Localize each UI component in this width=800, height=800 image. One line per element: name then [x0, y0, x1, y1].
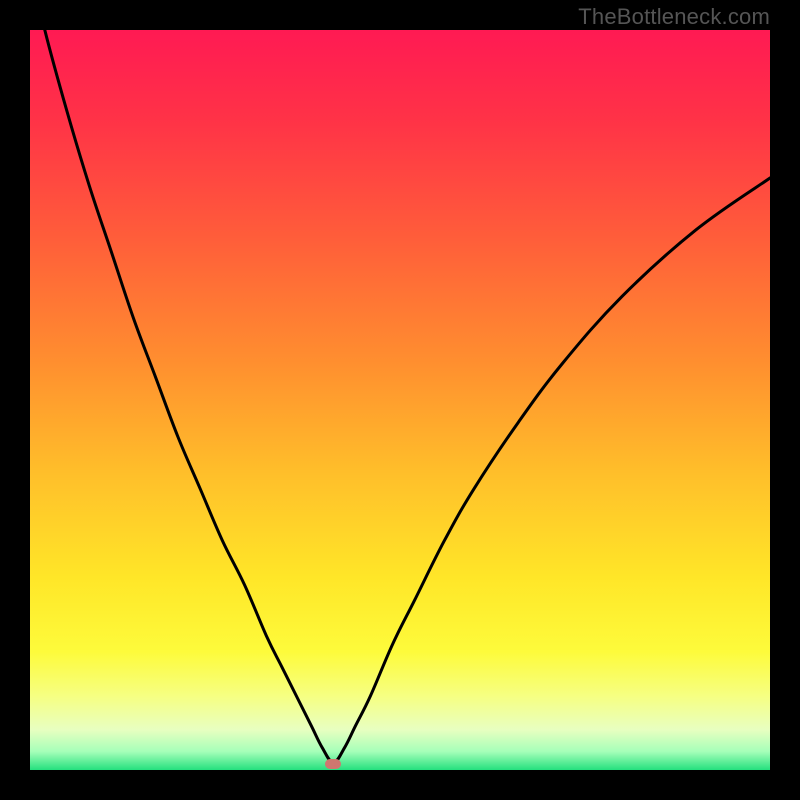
watermark-text: TheBottleneck.com	[578, 4, 770, 30]
plot-area	[30, 30, 770, 770]
chart-frame: TheBottleneck.com	[0, 0, 800, 800]
bottleneck-curve	[30, 30, 770, 770]
optimum-marker	[325, 759, 341, 769]
